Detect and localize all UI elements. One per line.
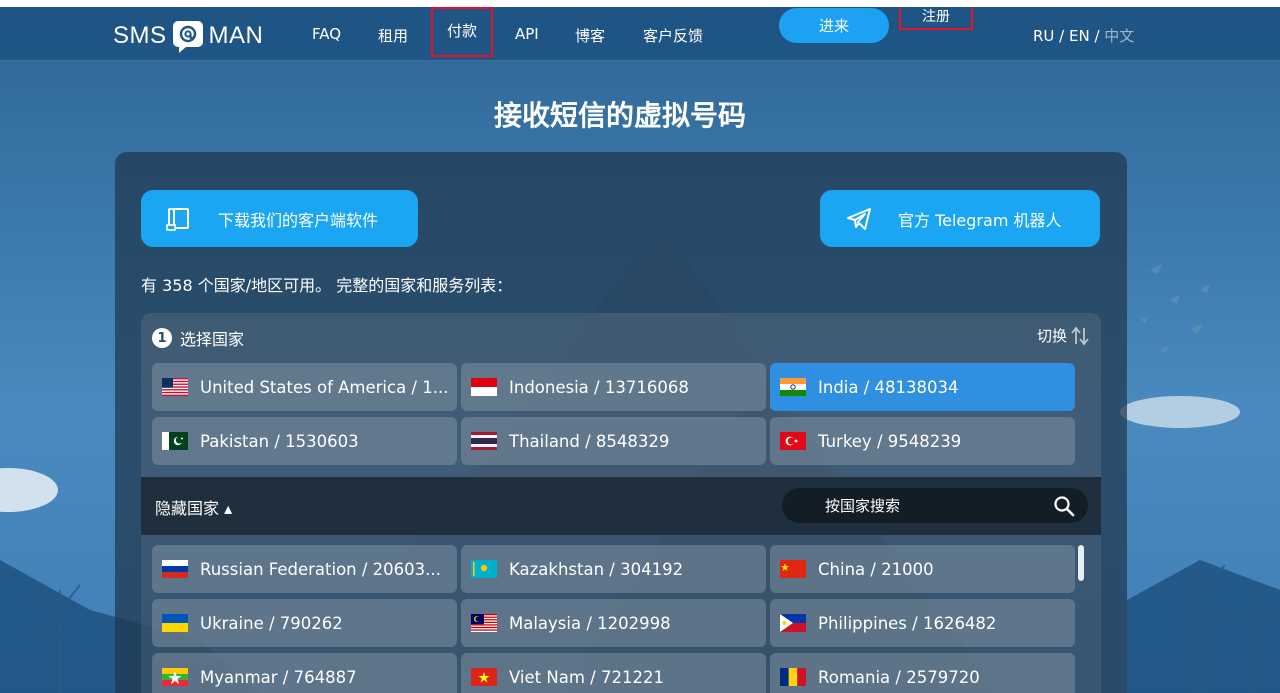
- country-label: India / 48138034: [818, 377, 959, 397]
- top-country-us[interactable]: United States of America / 1...: [152, 363, 457, 411]
- logo-text-right: MAN: [208, 22, 264, 49]
- flag-ua-icon: [162, 614, 188, 632]
- flag-id-icon: [471, 378, 497, 396]
- country-item-my[interactable]: Malaysia / 1202998: [461, 599, 766, 647]
- top-country-in[interactable]: India / 48138034: [770, 363, 1075, 411]
- flag-my-icon: [471, 614, 497, 632]
- register-button[interactable]: 注册: [899, 8, 973, 30]
- country-label: Thailand / 8548329: [509, 431, 670, 451]
- country-list-grid: Russian Federation / 20603... Kazakhstan …: [152, 545, 1075, 693]
- lang-en[interactable]: EN: [1069, 27, 1090, 45]
- country-search-input[interactable]: [825, 496, 1065, 515]
- nav-blog[interactable]: 博客: [575, 25, 605, 46]
- country-label: Turkey / 9548239: [818, 431, 962, 451]
- hide-countries-toggle[interactable]: 隐藏国家 ▴: [155, 495, 232, 519]
- top-strip: [0, 0, 1280, 7]
- logo-text-left: SMS: [113, 22, 167, 49]
- login-button[interactable]: 进来: [779, 8, 889, 43]
- flag-mm-icon: [162, 668, 188, 686]
- flag-th-icon: [471, 432, 497, 450]
- step-number-badge: 1: [152, 328, 172, 348]
- top-country-id[interactable]: Indonesia / 13716068: [461, 363, 766, 411]
- country-label: United States of America / 1...: [200, 377, 449, 397]
- logo-chat-icon: [172, 21, 203, 53]
- telegram-icon: [847, 207, 871, 230]
- country-item-ru[interactable]: Russian Federation / 20603...: [152, 545, 457, 593]
- flag-cn-icon: [780, 560, 806, 578]
- page-title: 接收短信的虚拟号码: [493, 99, 746, 132]
- flag-kz-icon: [471, 560, 497, 578]
- country-label: Indonesia / 13716068: [509, 377, 689, 397]
- download-client-button[interactable]: 下载我们的客户端软件: [141, 190, 418, 247]
- flag-tr-icon: [780, 432, 806, 450]
- availability-text: 有 358 个国家/地区可用。 完整的国家和服务列表：: [141, 276, 513, 295]
- switch-label: 切换: [1036, 327, 1067, 345]
- country-item-ph[interactable]: Philippines / 1626482: [770, 599, 1075, 647]
- country-selection-card: 下载我们的客户端软件 官方 Telegram 机器人 有 358 个国家/地区可…: [115, 152, 1127, 693]
- switch-button[interactable]: 切换: [1037, 325, 1089, 346]
- desktop-app-icon: [166, 207, 189, 231]
- download-client-label: 下载我们的客户端软件: [218, 210, 379, 230]
- hidden-countries-bar: 隐藏国家 ▴: [141, 477, 1101, 535]
- logo[interactable]: SMS MAN: [113, 19, 263, 53]
- country-label: Viet Nam / 721221: [509, 667, 664, 687]
- lang-ru[interactable]: RU: [1033, 27, 1054, 45]
- country-item-ua[interactable]: Ukraine / 790262: [152, 599, 457, 647]
- country-label: Malaysia / 1202998: [509, 613, 671, 633]
- flag-us-icon: [162, 378, 188, 396]
- lang-separator: /: [1089, 27, 1105, 45]
- step-header: 1 选择国家: [152, 326, 244, 350]
- lang-separator: /: [1054, 27, 1069, 45]
- country-label: Russian Federation / 20603...: [200, 559, 441, 579]
- flag-ru-icon: [162, 560, 188, 578]
- country-label: Philippines / 1626482: [818, 613, 997, 633]
- nav-api[interactable]: API: [515, 25, 539, 43]
- search-icon[interactable]: [1053, 495, 1075, 517]
- flag-ph-icon: [780, 614, 806, 632]
- top-country-pk[interactable]: Pakistan / 1530603: [152, 417, 457, 465]
- country-item-cn[interactable]: China / 21000: [770, 545, 1075, 593]
- country-item-mm[interactable]: Myanmar / 764887: [152, 653, 457, 693]
- country-label: Romania / 2579720: [818, 667, 980, 687]
- country-item-vn[interactable]: Viet Nam / 721221: [461, 653, 766, 693]
- flag-in-icon: [780, 378, 806, 396]
- country-label: Ukraine / 790262: [200, 613, 343, 633]
- top-country-tr[interactable]: Turkey / 9548239: [770, 417, 1075, 465]
- sort-arrows-icon: [1071, 326, 1089, 345]
- step-label: 选择国家: [180, 330, 245, 349]
- telegram-bot-label: 官方 Telegram 机器人: [898, 210, 1062, 230]
- country-item-kz[interactable]: Kazakhstan / 304192: [461, 545, 766, 593]
- nav-rent[interactable]: 租用: [378, 25, 408, 46]
- country-list-panel: Russian Federation / 20603... Kazakhstan …: [141, 535, 1101, 693]
- country-label: Myanmar / 764887: [200, 667, 357, 687]
- flag-ro-icon: [780, 668, 806, 686]
- nav-payment[interactable]: 付款: [430, 7, 494, 57]
- flag-pk-icon: [162, 432, 188, 450]
- select-country-panel: 1 选择国家 切换 United States of America / 1..…: [141, 313, 1101, 477]
- country-label: China / 21000: [818, 559, 934, 579]
- country-label: Pakistan / 1530603: [200, 431, 359, 451]
- nav-feedback[interactable]: 客户反馈: [643, 25, 703, 46]
- top-country-th[interactable]: Thailand / 8548329: [461, 417, 766, 465]
- telegram-bot-button[interactable]: 官方 Telegram 机器人: [820, 190, 1100, 247]
- country-item-ro[interactable]: Romania / 2579720: [770, 653, 1075, 693]
- lang-zh[interactable]: 中文: [1104, 27, 1134, 45]
- flag-vn-icon: [471, 668, 497, 686]
- language-switcher: RU / EN / 中文: [1033, 25, 1134, 46]
- nav-faq[interactable]: FAQ: [312, 25, 341, 43]
- country-search-box: [782, 488, 1088, 523]
- top-countries-grid: United States of America / 1... Indonesia…: [152, 363, 1075, 465]
- country-list-scrollbar[interactable]: [1078, 545, 1084, 581]
- country-label: Kazakhstan / 304192: [509, 559, 684, 579]
- site-header: SMS MAN FAQ 租用 付款 API 博客 客户反馈 进来 注册 RU /…: [0, 7, 1280, 61]
